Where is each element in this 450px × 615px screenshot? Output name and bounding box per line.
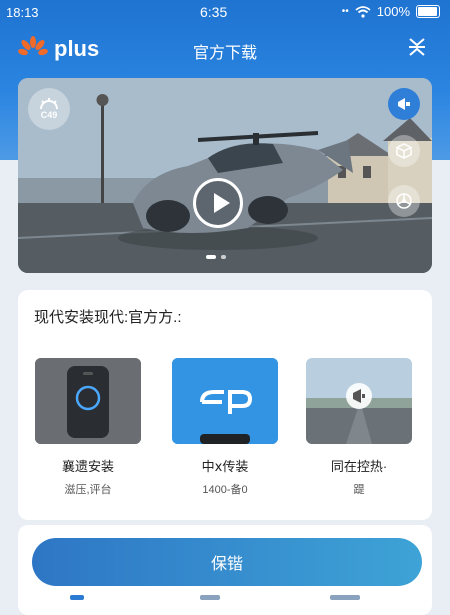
status-icons: •• 100% (342, 4, 440, 19)
sunburst-icon (40, 98, 58, 110)
wifi-icon (355, 5, 371, 18)
status-time-left: 18:13 (6, 5, 39, 20)
hero-scene-image (18, 78, 432, 273)
announcement-button[interactable] (388, 88, 420, 120)
device-icon (35, 358, 141, 444)
tile-remote-control[interactable]: 同在控热· 踶 (305, 358, 413, 497)
wheel-view-button[interactable] (388, 185, 420, 217)
tile-thumbnail (35, 358, 141, 444)
tile-thumbnail (306, 358, 412, 444)
megaphone-icon (398, 98, 410, 110)
app-bar: plus 官方下载 (0, 30, 450, 70)
status-bar: 18:13 6:35 •• 100% (0, 0, 450, 24)
tile-device-install[interactable]: 襄遗安装 滋压,评台 (34, 358, 142, 497)
install-options-card: 现代安装现代:官方方.: 襄遗安装 滋压,评台 中ⅹ传装 1400-备0 同在控… (18, 290, 432, 520)
primary-download-button[interactable]: 保锴 (32, 538, 422, 586)
play-video-button[interactable] (193, 178, 243, 228)
hero-badge: C49 (28, 88, 70, 130)
tile-thumbnail (172, 358, 278, 444)
bottom-nav-item-partial[interactable] (70, 595, 84, 600)
3d-view-button[interactable] (388, 135, 420, 167)
tile-subtitle: 滋压,评台 (64, 484, 112, 496)
road-scene-image (306, 358, 412, 444)
hero-video-banner[interactable]: C49 (18, 78, 432, 273)
cube-icon (396, 143, 412, 159)
carousel-dot-active[interactable] (206, 255, 216, 259)
cp-logo-icon (172, 358, 278, 444)
bottom-nav-item-partial[interactable] (200, 595, 220, 600)
collapse-menu-icon[interactable] (406, 36, 428, 58)
bottom-nav-item-partial[interactable] (330, 595, 360, 600)
tile-name: 中ⅹ传装 (201, 459, 249, 474)
battery-icon (416, 5, 440, 18)
section-title: 现代安装现代:官方方.: (34, 309, 182, 326)
wheel-icon (396, 193, 412, 209)
carousel-dot[interactable] (221, 255, 226, 259)
page-title: 官方下载 (192, 45, 257, 62)
hero-badge-text: C49 (40, 110, 58, 120)
carousel-indicator (206, 255, 226, 259)
signal-icon: •• (341, 6, 349, 17)
tile-transfer-install[interactable]: 中ⅹ传装 1400-备0 (171, 358, 279, 497)
tile-name: 襄遗安装 (61, 459, 114, 474)
tile-name: 同在控热· (330, 459, 388, 474)
battery-percent: 100% (376, 4, 410, 19)
status-time-center: 6:35 (200, 4, 228, 20)
tile-subtitle: 1400-备0 (202, 484, 248, 496)
tile-subtitle: 踶 (353, 484, 365, 496)
